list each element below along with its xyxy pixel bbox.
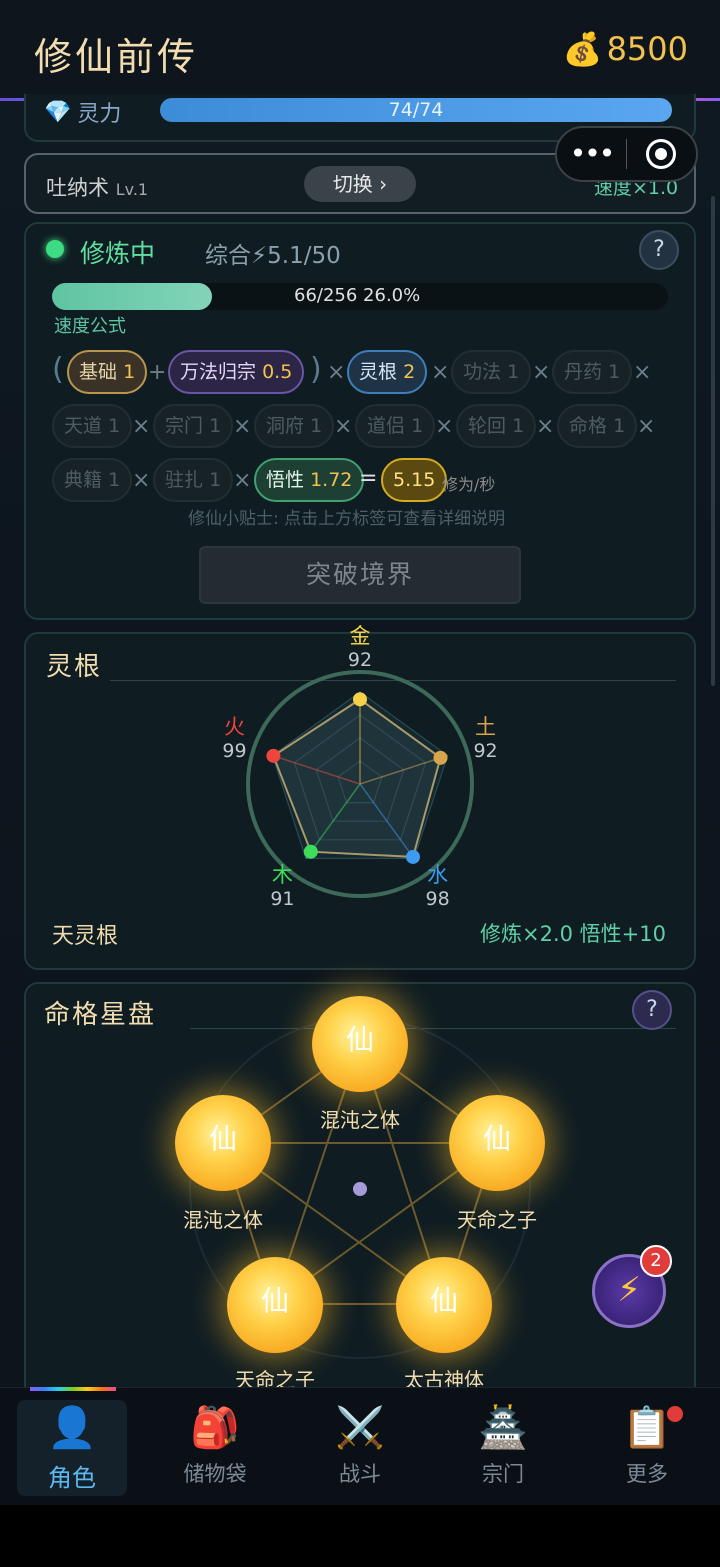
tab-storage[interactable]: 🎒 储物袋 (160, 1400, 270, 1496)
destiny-orb[interactable]: 仙 (227, 1257, 323, 1353)
star-center-dot (353, 1182, 367, 1196)
person-icon: 👤 (47, 1405, 97, 1451)
orb-name: 天命之子 (457, 1208, 537, 1232)
crossed-swords-icon: ⚔️ (335, 1405, 385, 1451)
backpack-icon: 🎒 (190, 1405, 240, 1451)
orb-name: 混沌之体 (320, 1108, 400, 1132)
tab-sect[interactable]: 🏯 宗门 (448, 1400, 558, 1496)
destiny-orb[interactable]: 仙 (312, 996, 408, 1092)
tab-label: 宗门 (482, 1462, 524, 1486)
pagoda-icon: 🏯 (478, 1405, 528, 1451)
lightning-icon: ⚡ (617, 1270, 641, 1310)
app-screen: 修仙前传 💰 8500 💎 灵力 74/74 吐纳术 Lv.1 切换 › 速度×… (0, 0, 720, 1505)
tab-character[interactable]: 👤 角色 (17, 1400, 127, 1496)
destiny-orb[interactable]: 仙 (175, 1095, 271, 1191)
scrollbar[interactable] (711, 196, 715, 686)
tab-label: 角色 (48, 1464, 96, 1492)
tab-more[interactable]: 📋 更多 (592, 1400, 702, 1496)
tab-battle[interactable]: ⚔️ 战斗 (305, 1400, 415, 1496)
notification-dot (667, 1406, 683, 1422)
orb-name: 混沌之体 (183, 1208, 263, 1232)
fab-badge: 2 (640, 1245, 672, 1277)
clipboard-icon: 📋 (622, 1405, 672, 1451)
star-chart-lines (189, 1017, 531, 1359)
tab-label: 战斗 (339, 1462, 381, 1486)
tab-label: 储物袋 (183, 1462, 247, 1486)
destiny-orb[interactable]: 仙 (449, 1095, 545, 1191)
active-tab-indicator (30, 1387, 116, 1391)
tab-label: 更多 (626, 1462, 668, 1486)
destiny-orb[interactable]: 仙 (396, 1257, 492, 1353)
